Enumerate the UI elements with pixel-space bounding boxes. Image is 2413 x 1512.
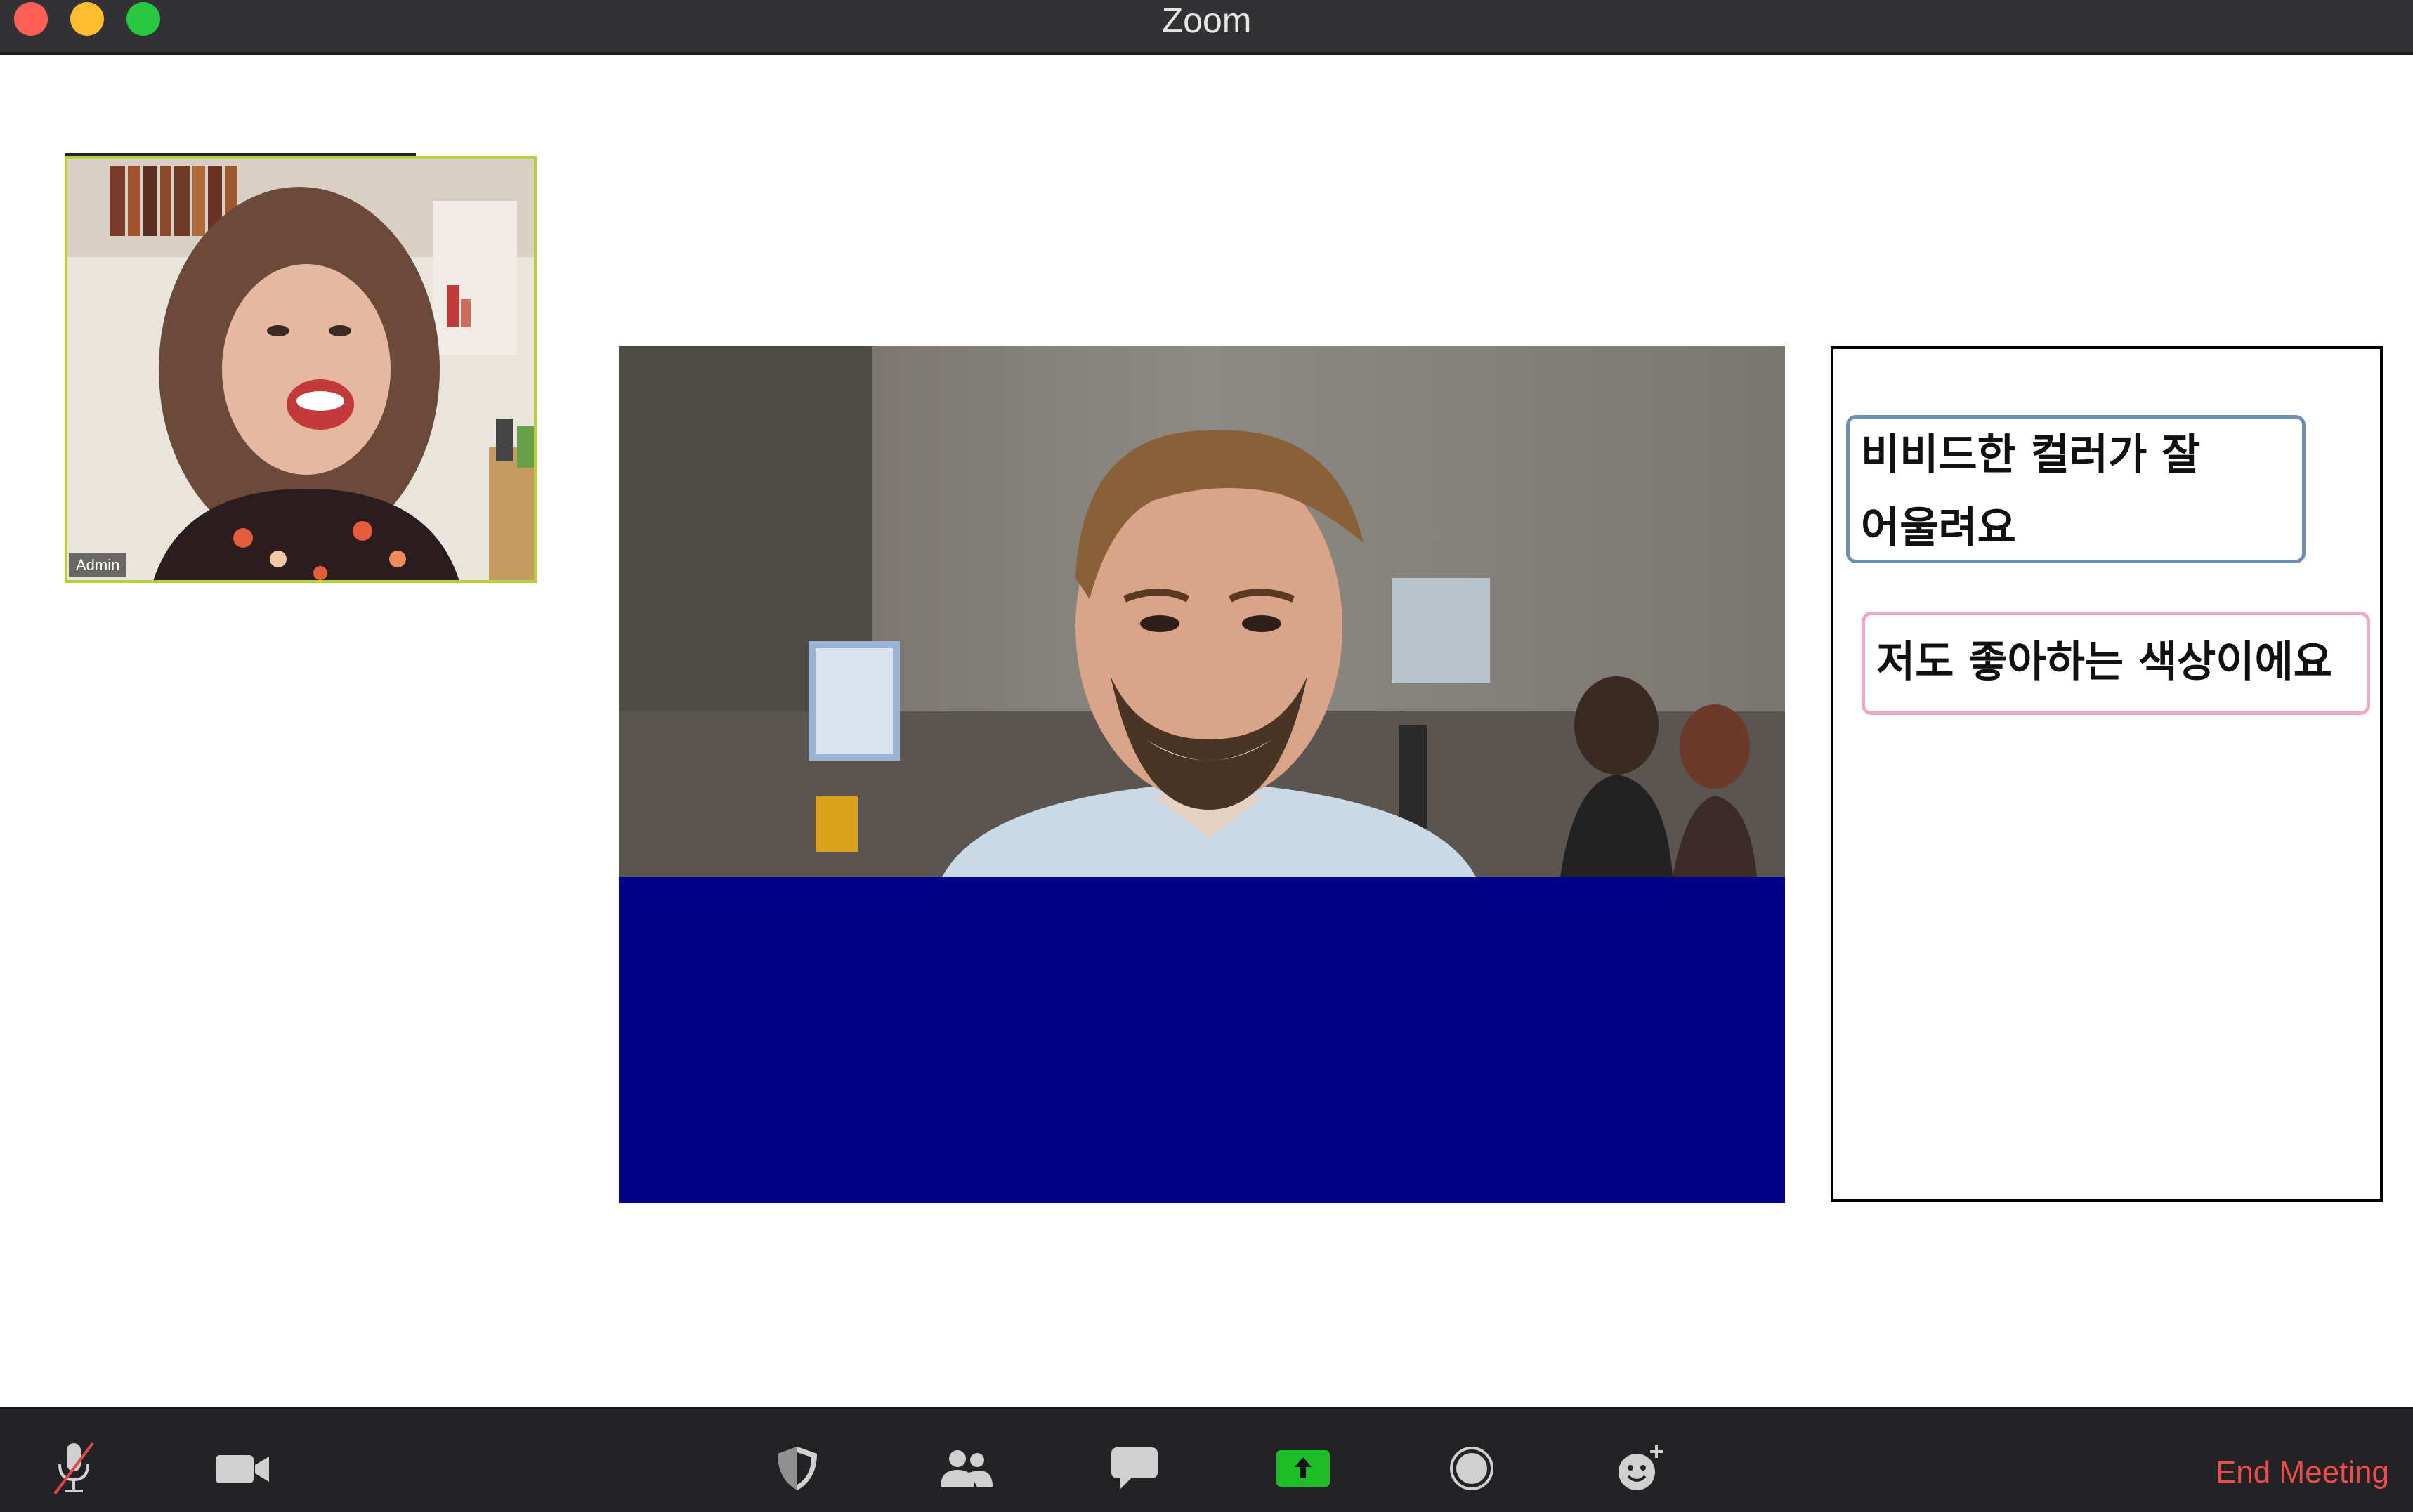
active-speaker-video[interactable] [619,346,1785,877]
speaker-video-image [619,346,1785,877]
participants-button[interactable] [934,1437,998,1500]
mute-button[interactable] [42,1437,105,1500]
shield-icon [778,1447,817,1490]
share-screen-icon [1276,1450,1330,1487]
participant-name-label: Admin [69,553,127,577]
participant-thumbnail[interactable]: Admin [65,156,537,583]
chat-bubble-icon [1111,1447,1158,1490]
end-meeting-button[interactable]: End Meeting [2216,1455,2389,1490]
blue-overlay-box [619,877,1785,1203]
microphone-muted-icon [53,1442,94,1495]
title-bar: Zoom [0,0,2413,55]
window-title: Zoom [1161,1,1252,40]
chat-message: 저도 좋아하는 색상이에요 [1862,612,2370,715]
record-button[interactable] [1440,1437,1503,1500]
people-icon [941,1450,993,1487]
video-button[interactable] [211,1437,274,1500]
reactions-button[interactable] [1609,1437,1672,1500]
add-reaction-icon [1619,1445,1663,1490]
video-camera-icon [216,1455,269,1483]
chat-message: 비비드한 컬러가 잘 어울려요 [1846,415,2306,563]
meeting-toolbar: End Meeting [0,1407,2413,1512]
share-screen-button[interactable] [1271,1437,1335,1500]
chat-button[interactable] [1103,1437,1166,1500]
security-button[interactable] [766,1437,829,1500]
participant-video-image [67,159,534,580]
record-icon [1450,1447,1493,1490]
